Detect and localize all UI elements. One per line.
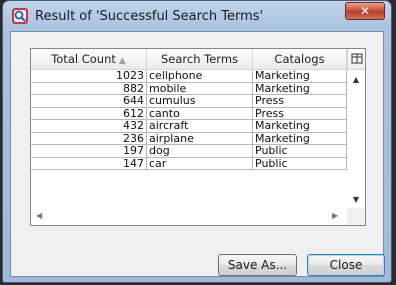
window-close-button[interactable]: ✕ [345,2,385,20]
catalog-cell: Public [253,157,347,170]
total-count-cell: 644 [31,95,147,108]
total-count-cell: 197 [31,145,147,158]
horizontal-scrollbar[interactable]: ◀ ▶ [31,208,347,225]
results-table: Total Count ▲ Search Terms Catalogs 1023… [30,48,366,226]
result-dialog: Result of 'Successful Search Terms' ✕ To… [2,0,392,283]
total-count-cell: 147 [31,157,147,170]
catalog-cell: Public [253,145,347,158]
save-as-button[interactable]: Save As... [218,254,297,276]
table-row[interactable]: 197 dog Public [31,145,347,158]
total-count-cell: 612 [31,107,147,120]
search-term-cell: car [147,157,253,170]
column-header-label: Catalogs [274,52,325,66]
table-row[interactable]: 147 car Public [31,157,347,170]
table-row[interactable]: 432 aircraft Marketing [31,120,347,133]
table-row[interactable]: 1023 cellphone Marketing [31,70,347,83]
catalog-cell: Press [253,95,347,108]
vertical-scrollbar[interactable]: ▲ ▼ [347,70,365,208]
scroll-left-icon[interactable]: ◀ [36,211,42,220]
column-header-catalogs[interactable]: Catalogs [253,49,347,69]
table-row[interactable]: 612 canto Press [31,107,347,120]
close-button[interactable]: Close [307,254,385,276]
search-result-icon [11,7,29,25]
search-term-cell: dog [147,145,253,158]
scroll-down-icon[interactable]: ▼ [351,195,361,204]
search-term-cell: cumulus [147,95,253,108]
column-header-search-terms[interactable]: Search Terms [147,49,253,69]
table-header: Total Count ▲ Search Terms Catalogs [31,49,347,70]
column-picker-icon[interactable] [347,49,365,70]
total-count-cell: 882 [31,82,147,95]
catalog-cell: Press [253,107,347,120]
search-term-cell: mobile [147,82,253,95]
column-header-total-count[interactable]: Total Count ▲ [31,49,147,69]
catalog-cell: Marketing [253,70,347,83]
title-bar[interactable]: Result of 'Successful Search Terms' ✕ [3,1,391,33]
search-term-cell: canto [147,107,253,120]
table-row[interactable]: 644 cumulus Press [31,95,347,108]
column-header-label: Search Terms [160,52,239,66]
scroll-right-icon[interactable]: ▶ [332,211,338,220]
scroll-up-icon[interactable]: ▲ [351,75,361,84]
search-term-cell: airplane [147,132,253,145]
catalog-cell: Marketing [253,82,347,95]
total-count-cell: 432 [31,120,147,133]
window-title: Result of 'Successful Search Terms' [35,9,264,24]
catalog-cell: Marketing [253,132,347,145]
total-count-cell: 236 [31,132,147,145]
total-count-cell: 1023 [31,70,147,83]
table-row[interactable]: 882 mobile Marketing [31,82,347,95]
dialog-content: Total Count ▲ Search Terms Catalogs 1023… [10,31,385,277]
search-term-cell: cellphone [147,70,253,83]
catalog-cell: Marketing [253,120,347,133]
table-row[interactable]: 236 airplane Marketing [31,132,347,145]
search-term-cell: aircraft [147,120,253,133]
column-header-label: Total Count [51,52,116,66]
sort-ascending-icon: ▲ [118,56,126,66]
table-body: 1023 cellphone Marketing 882 mobile Mark… [31,70,347,170]
scrollbar-corner [347,208,365,225]
